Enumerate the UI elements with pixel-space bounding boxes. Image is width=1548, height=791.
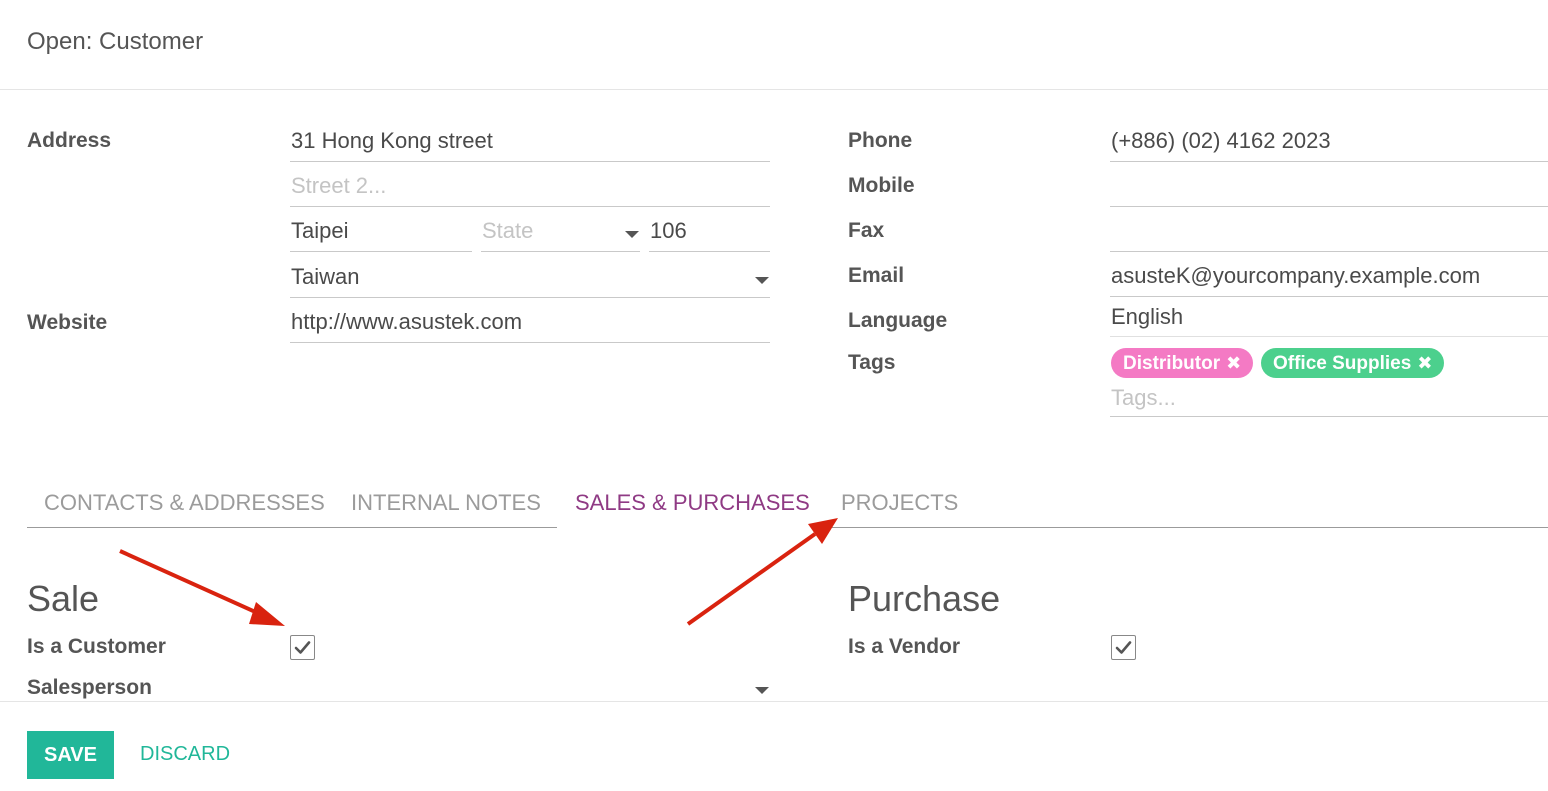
tab-sales-purchases[interactable]: SALES & PURCHASES <box>575 490 810 516</box>
salesperson-chevron-down-icon[interactable] <box>755 687 769 694</box>
dialog-header: Open: Customer <box>0 0 1548 90</box>
dialog-footer: SAVE DISCARD <box>0 701 1548 791</box>
email-input[interactable]: asusteK@yourcompany.example.com <box>1110 259 1548 297</box>
mobile-label: Mobile <box>848 174 915 197</box>
checkmark-icon <box>294 641 311 654</box>
is-customer-label: Is a Customer <box>27 635 166 658</box>
language-select[interactable]: English <box>1110 300 1548 337</box>
remove-tag-icon[interactable]: ✖ <box>1417 353 1432 373</box>
mobile-input[interactable] <box>1110 169 1548 207</box>
checkmark-icon <box>1115 641 1132 654</box>
tags-input[interactable]: Tags... <box>1110 381 1548 417</box>
email-label: Email <box>848 264 905 287</box>
tab-internal-notes[interactable]: INTERNAL NOTES <box>351 490 541 516</box>
city-input[interactable]: Taipei <box>290 214 472 252</box>
tag-label: Office Supplies <box>1273 353 1412 374</box>
street-input[interactable]: 31 Hong Kong street <box>290 124 770 162</box>
tag-label: Distributor <box>1123 353 1221 374</box>
save-button[interactable]: SAVE <box>27 731 114 779</box>
country-select[interactable]: Taiwan <box>290 260 770 298</box>
purchase-section-title: Purchase <box>848 578 1001 619</box>
state-chevron-down-icon[interactable] <box>625 231 639 238</box>
zip-input[interactable]: 106 <box>649 214 770 252</box>
fax-input[interactable] <box>1110 214 1548 252</box>
notebook-tabs: CONTACTS & ADDRESSES INTERNAL NOTES SALE… <box>27 480 1548 528</box>
language-label: Language <box>848 309 948 332</box>
state-select[interactable]: State <box>481 214 640 252</box>
salesperson-label: Salesperson <box>27 676 152 699</box>
website-input[interactable]: http://www.asustek.com <box>290 305 770 343</box>
tag-office-supplies: Office Supplies ✖ <box>1261 348 1445 378</box>
dialog-title: Open: Customer <box>27 28 204 55</box>
is-customer-checkbox[interactable] <box>290 635 315 660</box>
phone-label: Phone <box>848 129 913 152</box>
arrow-to-projects-tab-icon <box>686 518 838 626</box>
is-vendor-label: Is a Vendor <box>848 635 961 658</box>
phone-input[interactable]: (+886) (02) 4162 2023 <box>1110 124 1548 162</box>
country-chevron-down-icon[interactable] <box>755 277 769 284</box>
arrow-to-customer-checkbox-icon <box>119 549 285 626</box>
sale-section-title: Sale <box>27 578 100 619</box>
tab-contacts-addresses[interactable]: CONTACTS & ADDRESSES <box>44 490 325 516</box>
website-label: Website <box>27 311 108 334</box>
address-label: Address <box>27 129 112 152</box>
remove-tag-icon[interactable]: ✖ <box>1226 353 1241 373</box>
tab-projects[interactable]: PROJECTS <box>841 490 958 516</box>
tags-label: Tags <box>848 351 896 374</box>
active-tab-indicator <box>557 526 819 528</box>
is-vendor-checkbox[interactable] <box>1111 635 1136 660</box>
street2-input[interactable]: Street 2... <box>290 169 770 207</box>
discard-button[interactable]: DISCARD <box>140 743 230 766</box>
tag-distributor: Distributor ✖ <box>1111 348 1254 378</box>
fax-label: Fax <box>848 219 885 242</box>
